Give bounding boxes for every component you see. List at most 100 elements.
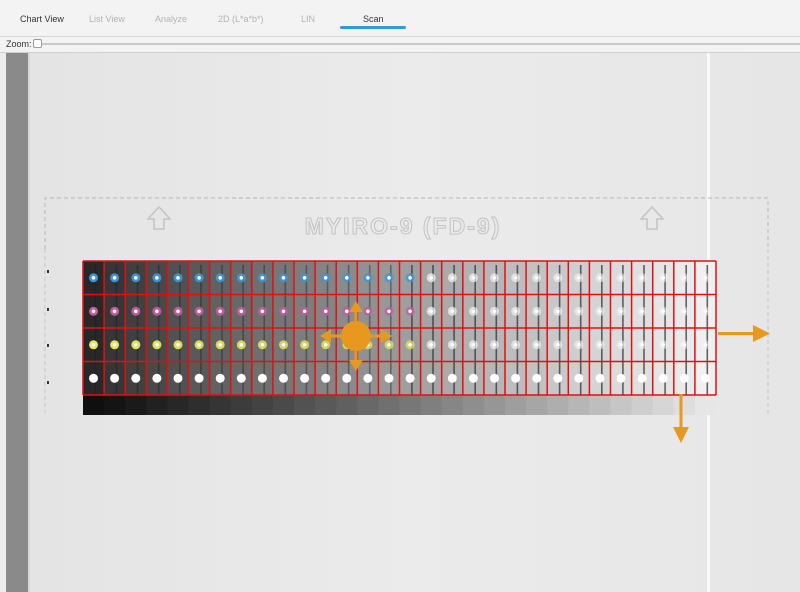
density-patch [209, 395, 232, 415]
measurement-dot-center [176, 343, 180, 347]
zoom-slider-thumb[interactable] [33, 39, 42, 48]
scan-edge [28, 53, 30, 592]
patch-separator [622, 265, 624, 411]
tab-list-view[interactable]: List View [89, 14, 125, 24]
measurement-dot-center [534, 343, 539, 347]
patch-separator [643, 265, 645, 411]
measurement-dot-center [323, 276, 328, 280]
density-patch [378, 395, 400, 415]
zoom-slider-track[interactable] [34, 43, 800, 45]
patch-separator [685, 265, 687, 411]
patch-column [589, 261, 611, 415]
patch-column [547, 261, 569, 415]
zoom-bar: Zoom: [0, 37, 800, 53]
measurement-dot-center [239, 309, 244, 314]
measurement-dot-center [513, 309, 518, 314]
measurement-dot-center [197, 309, 201, 314]
measurement-dot-center [408, 276, 412, 280]
measurement-dot-center [112, 276, 117, 280]
patch-separator [432, 265, 434, 411]
measurement-dot-center [471, 309, 476, 314]
measurement-dot-center [197, 343, 201, 347]
patch-column [526, 261, 548, 415]
density-patch [188, 395, 211, 415]
measurement-dot-center [281, 376, 286, 381]
measurement-dot-center [218, 276, 222, 280]
patch-separator [495, 265, 498, 411]
active-tab-indicator [340, 26, 406, 29]
patch-column [146, 261, 168, 415]
patch-column [230, 261, 253, 415]
density-patch [315, 395, 337, 415]
measurement-dot-center [577, 276, 581, 280]
measurement-dot-center [492, 309, 497, 314]
measurement-dot-center [91, 376, 96, 381]
patch-separator [305, 265, 308, 411]
patch-column [420, 261, 443, 415]
registration-mark [47, 308, 49, 311]
patch-separator [706, 265, 709, 411]
measurement-dot-center [682, 276, 687, 280]
measurement-dot-center [492, 276, 497, 280]
measurement-dot-center [598, 276, 602, 280]
measurement-dot-center [302, 276, 307, 280]
measurement-dot-center [218, 376, 222, 381]
tab-lin[interactable]: LIN [301, 14, 315, 24]
measurement-dot-center [703, 376, 708, 381]
measurement-dot-center [387, 276, 391, 280]
measurement-dot-center [387, 309, 391, 314]
density-patch [251, 395, 274, 415]
measurement-dot-center [577, 376, 581, 381]
measurement-dot-center [577, 343, 581, 347]
density-patch [104, 395, 126, 415]
tab-chart-view[interactable]: Chart View [20, 14, 64, 24]
measurement-dot-center [260, 276, 265, 280]
measurement-dot-center [556, 376, 560, 381]
measurement-dot-center [492, 376, 497, 381]
scan-canvas[interactable]: MYIRO-9 (FD-9) [28, 53, 800, 592]
patch-separator [601, 265, 603, 411]
zoom-label: Zoom: [6, 39, 32, 49]
density-patch [230, 395, 253, 415]
measurement-dot-center [492, 343, 497, 347]
density-patch [336, 395, 358, 415]
measurement-dot-center [323, 343, 328, 347]
measurement-dot-center [345, 376, 349, 381]
density-patch [420, 395, 443, 415]
density-patch [272, 395, 295, 415]
patch-column [462, 261, 485, 415]
measurement-dot-center [429, 276, 434, 280]
measurement-dot-center [155, 309, 159, 314]
measurement-dot-center [155, 343, 159, 347]
measurement-dot-center [112, 343, 117, 347]
tab-bar: Chart View List View Analyze 2D (L*a*b*)… [0, 0, 800, 37]
tab-analyze[interactable]: Analyze [155, 14, 187, 24]
measurement-dot-center [513, 376, 518, 381]
measurement-dot-center [703, 343, 708, 347]
measurement-dot-center [281, 343, 286, 347]
tab-scan[interactable]: Scan [363, 14, 384, 24]
measurement-dot-center [134, 376, 138, 381]
density-patch [652, 395, 675, 415]
measurement-dot-center [134, 276, 138, 280]
measurement-dot-center [260, 309, 265, 314]
patch-separator [537, 265, 540, 411]
measurement-dot-center [218, 309, 222, 314]
measurement-dot-center [703, 309, 708, 314]
measurement-dot-center [134, 309, 138, 314]
measurement-dot-center [682, 309, 687, 314]
measurement-dot-center [534, 309, 539, 314]
registration-mark [47, 381, 49, 384]
patch-column [125, 261, 147, 415]
density-patch [462, 395, 485, 415]
measurement-dot-center [619, 343, 623, 347]
tab-2d-lab[interactable]: 2D (L*a*b*) [218, 14, 264, 24]
patch-separator [115, 265, 118, 411]
patch-column [631, 261, 654, 415]
measurement-dot-center [682, 343, 687, 347]
density-patch [483, 395, 506, 415]
patch-separator [221, 265, 223, 411]
patch-column [694, 261, 717, 415]
measurement-dot-center [471, 276, 476, 280]
scan-preview[interactable]: MYIRO-9 (FD-9) [28, 53, 800, 592]
